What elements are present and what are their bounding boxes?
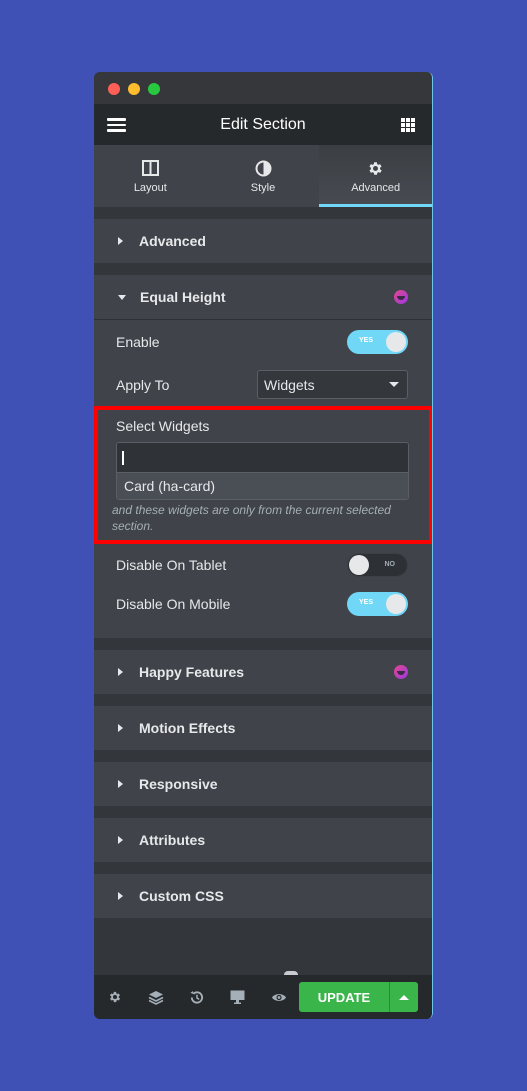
settings-icon[interactable]: [94, 975, 135, 1019]
half-circle-icon: [255, 158, 272, 178]
section-happy-features[interactable]: Happy Features: [94, 650, 432, 694]
widget-option-card[interactable]: Card (ha-card): [117, 473, 408, 499]
enable-control: Enable YES: [94, 320, 432, 363]
layers-icon[interactable]: [135, 975, 176, 1019]
section-title: Motion Effects: [139, 720, 236, 736]
disable-mobile-toggle[interactable]: YES: [347, 592, 408, 616]
panel-content: Advanced Equal Height Enable YES Apply T…: [94, 207, 432, 918]
toggle-label: NO: [384, 561, 396, 568]
apply-to-select[interactable]: Widgets: [257, 370, 408, 399]
tab-label: Layout: [133, 182, 167, 194]
section-responsive[interactable]: Responsive: [94, 762, 432, 806]
caret-right-icon: [118, 836, 123, 844]
select-widgets-highlight: Select Widgets Card (ha-card) and these …: [94, 406, 432, 544]
enable-toggle[interactable]: YES: [347, 329, 408, 354]
happy-addons-icon: [394, 290, 408, 304]
select-widgets-label: Select Widgets: [116, 418, 210, 434]
update-options-button[interactable]: [389, 982, 418, 1012]
text-cursor: [122, 450, 124, 465]
tab-label: Style: [250, 182, 276, 194]
control-label: Enable: [116, 333, 160, 350]
equal-height-controls: Enable YES Apply To Widgets Select Widge…: [94, 319, 432, 638]
elementor-panel-window: Edit Section Layout Style Advanced Advan…: [94, 72, 433, 1019]
toggle-label: YES: [359, 599, 374, 606]
panel-footer: UPDATE: [94, 975, 432, 1019]
section-equal-height[interactable]: Equal Height: [94, 275, 432, 319]
caret-right-icon: [118, 892, 123, 900]
responsive-desktop-icon[interactable]: [217, 975, 258, 1019]
tab-style[interactable]: Style: [207, 145, 320, 207]
caret-right-icon: [118, 780, 123, 788]
columns-icon: [141, 158, 159, 178]
section-title: Equal Height: [140, 289, 226, 305]
caret-right-icon: [118, 668, 123, 676]
maximize-window-button[interactable]: [148, 83, 160, 95]
section-title: Responsive: [139, 776, 218, 792]
section-custom-css[interactable]: Custom CSS: [94, 874, 432, 918]
tab-layout[interactable]: Layout: [94, 145, 207, 207]
hamburger-icon[interactable]: [107, 118, 126, 132]
caret-down-icon: [118, 294, 126, 300]
apply-to-control: Apply To Widgets: [94, 363, 432, 406]
section-title: Happy Features: [139, 664, 245, 680]
panel-tabs: Layout Style Advanced: [94, 145, 432, 207]
tab-advanced[interactable]: Advanced: [319, 145, 432, 207]
apps-grid-icon[interactable]: [401, 118, 415, 132]
section-advanced[interactable]: Advanced: [94, 219, 432, 263]
toggle-knob: [386, 594, 406, 614]
gear-icon: [367, 158, 384, 178]
section-title: Custom CSS: [139, 888, 224, 904]
window-titlebar: [94, 72, 432, 104]
section-attributes[interactable]: Attributes: [94, 818, 432, 862]
caret-right-icon: [118, 237, 123, 245]
select-widgets-input[interactable]: [117, 443, 408, 473]
section-motion-effects[interactable]: Motion Effects: [94, 706, 432, 750]
preview-eye-icon[interactable]: [258, 975, 299, 1019]
toggle-knob: [349, 555, 369, 575]
minimize-window-button[interactable]: [128, 83, 140, 95]
section-title: Advanced: [139, 233, 206, 249]
history-icon[interactable]: [176, 975, 217, 1019]
disable-tablet-control: Disable On Tablet NO: [94, 546, 432, 584]
tab-label: Advanced: [351, 182, 401, 194]
toggle-label: YES: [359, 336, 374, 344]
disable-mobile-control: Disable On Mobile YES: [94, 584, 432, 624]
control-label: Disable On Mobile: [116, 596, 231, 612]
select-value: Widgets: [264, 376, 315, 393]
select-widgets-hint: and these widgets are only from the curr…: [112, 503, 391, 533]
caret-right-icon: [118, 724, 123, 732]
chevron-down-icon: [389, 382, 399, 387]
section-title: Attributes: [139, 832, 206, 848]
control-label: Disable On Tablet: [116, 557, 227, 573]
update-button[interactable]: UPDATE: [299, 982, 389, 1012]
close-window-button[interactable]: [108, 83, 120, 95]
panel-header: Edit Section: [94, 104, 432, 145]
toggle-knob: [386, 331, 406, 352]
select-widgets-field: Card (ha-card): [116, 442, 409, 500]
caret-up-icon: [399, 994, 409, 1000]
happy-addons-icon: [394, 665, 408, 679]
disable-tablet-toggle[interactable]: NO: [347, 553, 408, 577]
panel-title: Edit Section: [220, 115, 306, 133]
control-label: Apply To: [116, 376, 170, 393]
